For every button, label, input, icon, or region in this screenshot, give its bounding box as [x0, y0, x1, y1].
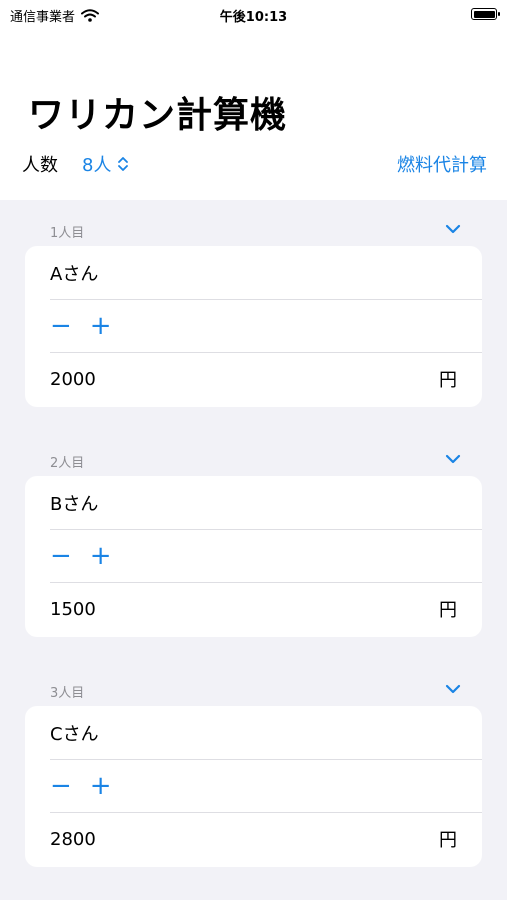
stepper-row: − + [50, 299, 482, 352]
section-header: 2人目 [25, 430, 482, 476]
people-count-label: 人数 [22, 155, 58, 176]
person-card: Bさん − + 1500 円 [25, 476, 482, 637]
name-value: Cさん [50, 723, 99, 745]
people-count-value: 8人 [82, 155, 112, 176]
name-field[interactable]: Aさん [50, 246, 482, 299]
minus-button[interactable]: − [50, 773, 72, 799]
status-bar: 通信事業者 午後10:13 [0, 0, 507, 30]
battery-icon [471, 8, 500, 20]
stepper-row: − + [50, 759, 482, 812]
chevron-up-down-icon [118, 157, 129, 171]
section-label: 2人目 [50, 456, 85, 471]
person-list: 1人目 Aさん − + 2000 円 2人目 Bさん − + 1500 円 3人… [25, 200, 482, 867]
minus-button[interactable]: − [50, 313, 72, 339]
name-field[interactable]: Bさん [50, 476, 482, 529]
amount-field[interactable]: 2000 円 [50, 352, 482, 405]
currency-unit: 円 [439, 830, 457, 851]
amount-value: 2000 [50, 368, 96, 390]
person-section-1: 1人目 Aさん − + 2000 円 [25, 200, 482, 407]
name-value: Aさん [50, 263, 99, 285]
section-header: 3人目 [25, 660, 482, 706]
amount-stepper: − + [50, 313, 112, 339]
status-time: 午後10:13 [219, 10, 288, 25]
name-field[interactable]: Cさん [50, 706, 482, 759]
people-row: 人数 8人 燃料代計算 [22, 150, 487, 178]
currency-unit: 円 [439, 600, 457, 621]
person-section-3: 3人目 Cさん − + 2800 円 [25, 660, 482, 867]
fuel-cost-link[interactable]: 燃料代計算 [397, 151, 487, 177]
header-area: 通信事業者 午後10:13 ワリカン計算機 人数 8人 燃料代計算 [0, 0, 507, 200]
plus-button[interactable]: + [90, 543, 112, 569]
person-section-2: 2人目 Bさん − + 1500 円 [25, 430, 482, 637]
amount-value: 2800 [50, 828, 96, 850]
amount-field[interactable]: 2800 円 [50, 812, 482, 865]
amount-value: 1500 [50, 598, 96, 620]
plus-button[interactable]: + [90, 773, 112, 799]
amount-stepper: − + [50, 543, 112, 569]
chevron-down-icon[interactable] [444, 222, 462, 236]
page-title: ワリカン計算機 [28, 95, 288, 136]
person-card: Cさん − + 2800 円 [25, 706, 482, 867]
minus-button[interactable]: − [50, 543, 72, 569]
chevron-down-icon[interactable] [444, 682, 462, 696]
currency-unit: 円 [439, 370, 457, 391]
section-label: 3人目 [50, 686, 85, 701]
person-card: Aさん − + 2000 円 [25, 246, 482, 407]
stepper-row: − + [50, 529, 482, 582]
amount-field[interactable]: 1500 円 [50, 582, 482, 635]
amount-stepper: − + [50, 773, 112, 799]
people-count-picker[interactable]: 8人 [82, 151, 129, 177]
name-value: Bさん [50, 493, 99, 515]
chevron-down-icon[interactable] [444, 452, 462, 466]
section-label: 1人目 [50, 226, 85, 241]
section-header: 1人目 [25, 200, 482, 246]
plus-button[interactable]: + [90, 313, 112, 339]
